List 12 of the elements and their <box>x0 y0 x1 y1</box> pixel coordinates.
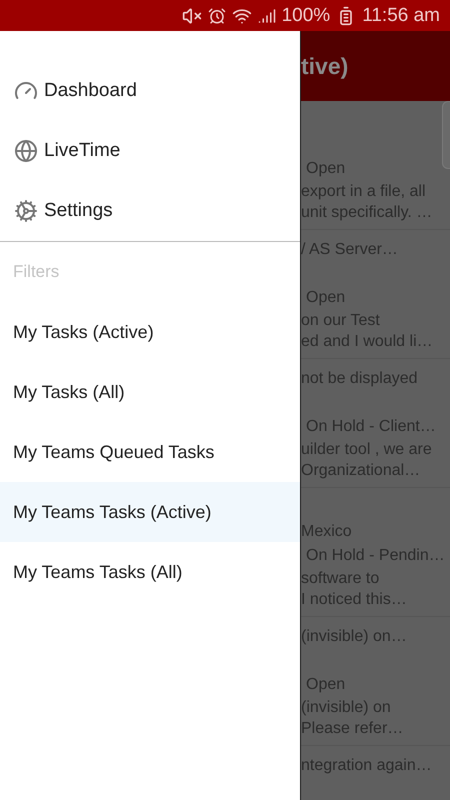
alarm-icon <box>208 6 226 24</box>
app-title: tive) <box>301 52 348 80</box>
filter-item[interactable]: My Teams Tasks (Active) <box>0 482 300 542</box>
filters-header: Filters <box>12 261 60 283</box>
mute-icon <box>182 6 202 26</box>
globe-icon <box>14 139 38 163</box>
clock-time: 11:56 am <box>362 4 440 26</box>
battery-percent: 100% <box>282 4 330 26</box>
drawer-item[interactable]: Dashboard <box>0 61 300 121</box>
signal-icon <box>258 6 276 24</box>
drawer-item[interactable]: LiveTime <box>0 121 300 181</box>
drawer-item[interactable]: Settings <box>0 181 300 241</box>
